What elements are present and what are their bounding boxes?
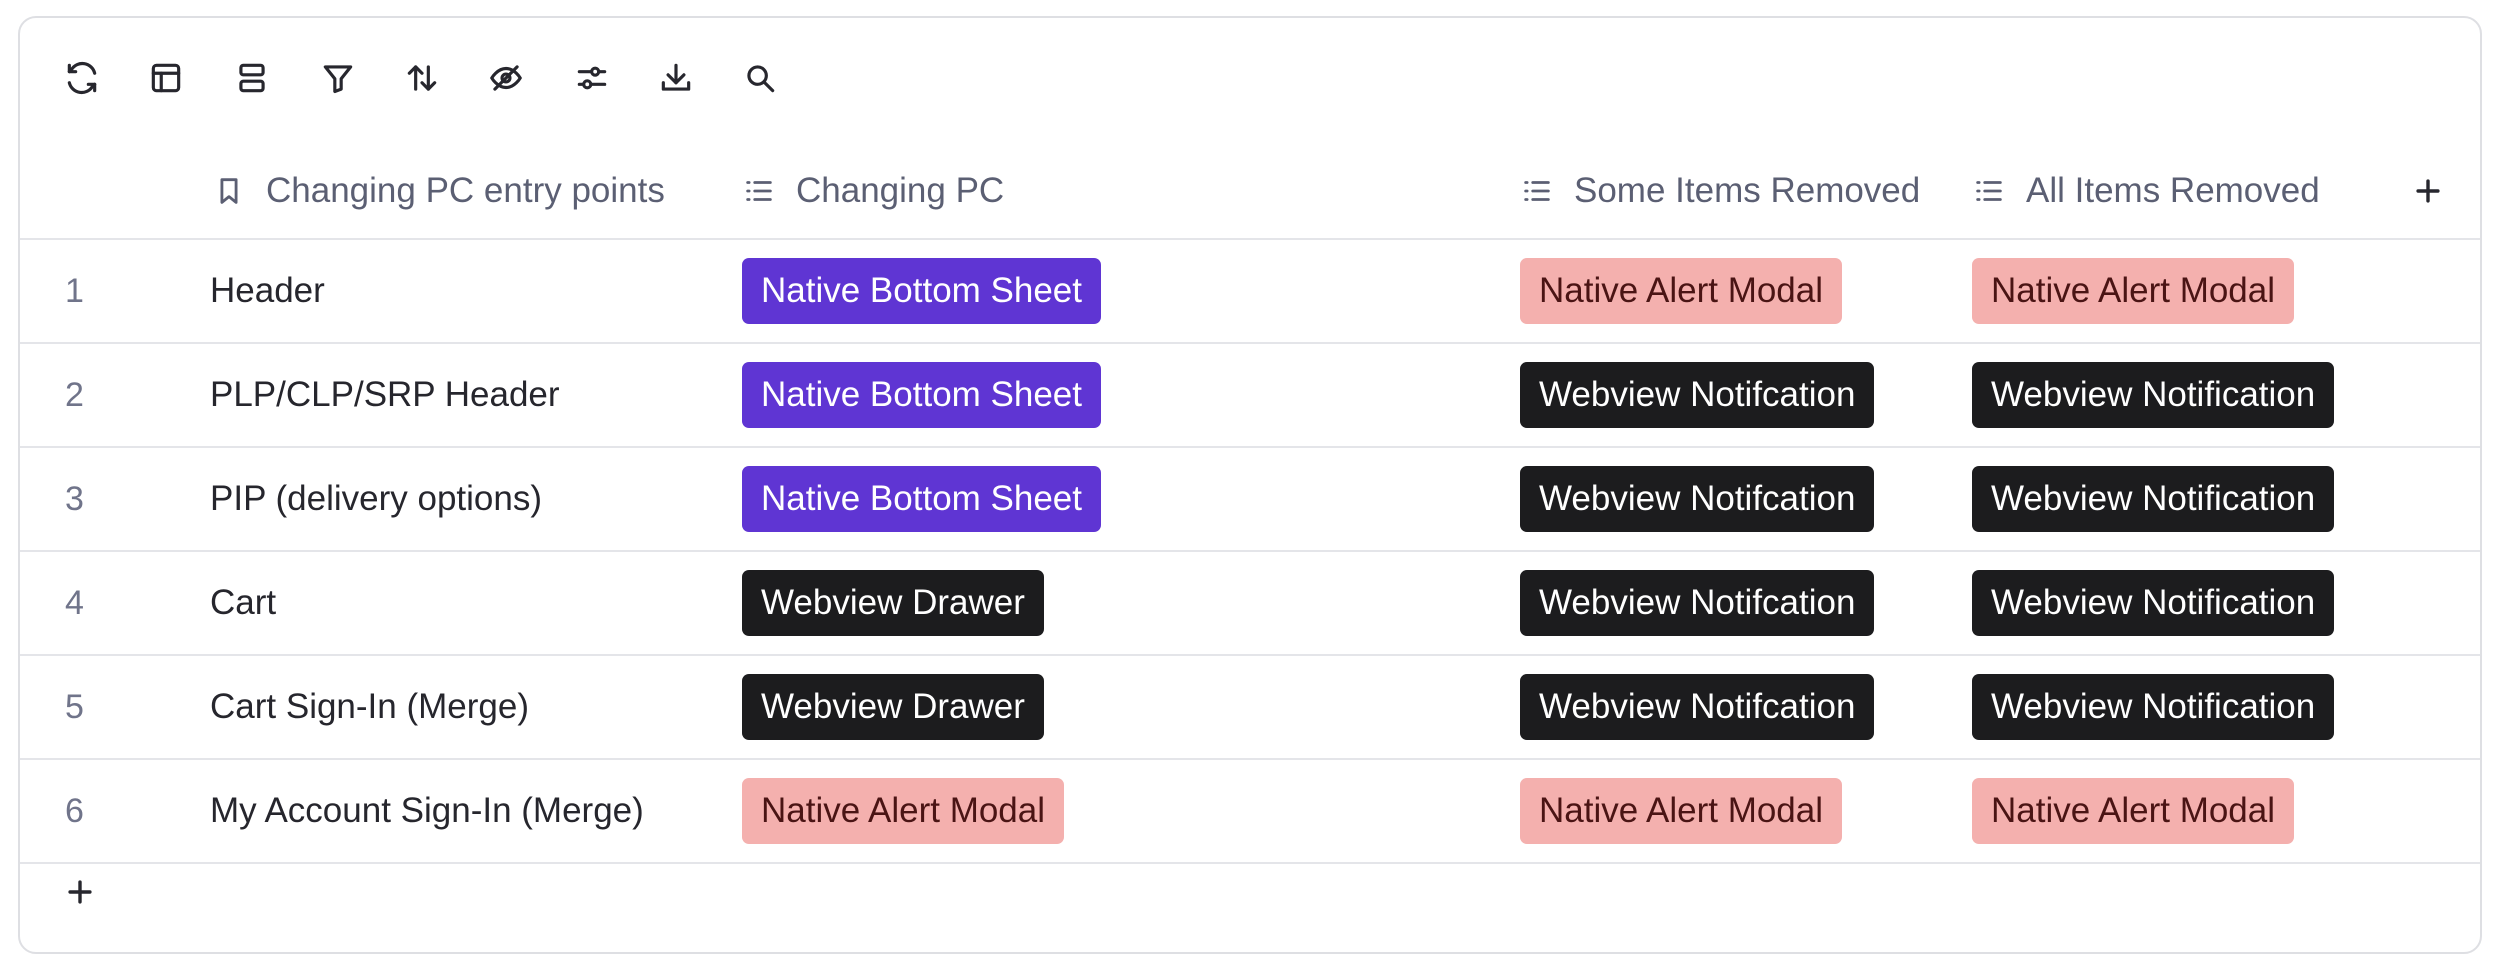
hide-icon[interactable] bbox=[480, 52, 532, 104]
option-tag[interactable]: Webview Notification bbox=[1972, 570, 2335, 636]
all-items-removed-cell[interactable]: Webview Notification bbox=[1972, 656, 2335, 758]
all-items-removed-cell[interactable]: Webview Notification bbox=[1972, 344, 2335, 446]
option-tag[interactable]: Webview Notifcation bbox=[1520, 466, 1875, 532]
row-number: 1 bbox=[65, 271, 84, 310]
column-header-changing-pc[interactable]: Changing PC bbox=[742, 143, 1004, 238]
changing-pc-cell[interactable]: Native Bottom Sheet bbox=[742, 448, 1101, 550]
list-icon bbox=[742, 173, 778, 209]
option-tag[interactable]: Webview Notification bbox=[1972, 674, 2335, 740]
column-header-label: Changing PC bbox=[796, 170, 1005, 210]
refresh-icon[interactable] bbox=[56, 52, 108, 104]
option-tag[interactable]: Native Alert Modal bbox=[742, 778, 1065, 844]
column-header-label: Some Items Removed bbox=[1574, 170, 1921, 210]
option-tag[interactable]: Webview Notification bbox=[1972, 362, 2335, 428]
row-number: 2 bbox=[65, 375, 84, 414]
column-header-some-items-removed[interactable]: Some Items Removed bbox=[1520, 143, 1920, 238]
column-header-row: Changing PC entry points Changing PC Som… bbox=[20, 143, 2480, 240]
table-row[interactable]: 6 My Account Sign-In (Merge) Native Alert … bbox=[20, 760, 2480, 864]
all-items-removed-cell[interactable]: Native Alert Modal bbox=[1972, 240, 2295, 342]
option-tag[interactable]: Webview Drawer bbox=[742, 674, 1044, 740]
option-tag[interactable]: Native Bottom Sheet bbox=[742, 466, 1101, 532]
list-icon bbox=[1972, 173, 2008, 209]
table-view: Changing PC entry points Changing PC Som… bbox=[18, 16, 2482, 954]
plus-icon bbox=[68, 880, 92, 904]
list-icon bbox=[1520, 173, 1556, 209]
entry-point-cell[interactable]: Header bbox=[210, 240, 325, 342]
entry-point-cell[interactable]: Cart Sign-In (Merge) bbox=[210, 656, 529, 758]
group-icon[interactable] bbox=[226, 52, 278, 104]
table-row[interactable]: 4 Cart Webview Drawer Webview Notifcation We… bbox=[20, 552, 2480, 656]
all-items-removed-cell[interactable]: Webview Notification bbox=[1972, 552, 2335, 654]
changing-pc-cell[interactable]: Native Bottom Sheet bbox=[742, 344, 1101, 446]
option-tag[interactable]: Webview Notifcation bbox=[1520, 674, 1875, 740]
column-header-label: All Items Removed bbox=[2026, 170, 2320, 210]
download-icon[interactable] bbox=[650, 52, 702, 104]
entry-point-cell[interactable]: PIP (delivery options) bbox=[210, 448, 542, 550]
option-tag[interactable]: Native Alert Modal bbox=[1972, 778, 2295, 844]
option-tag[interactable]: Webview Notification bbox=[1972, 466, 2335, 532]
option-tag[interactable]: Native Bottom Sheet bbox=[742, 362, 1101, 428]
row-number: 5 bbox=[65, 687, 84, 726]
some-items-removed-cell[interactable]: Webview Notifcation bbox=[1520, 448, 1875, 550]
table-row[interactable]: 3 PIP (delivery options) Native Bottom She… bbox=[20, 448, 2480, 552]
option-tag[interactable]: Webview Notifcation bbox=[1520, 362, 1875, 428]
option-tag[interactable]: Native Alert Modal bbox=[1520, 258, 1843, 324]
some-items-removed-cell[interactable]: Webview Notifcation bbox=[1520, 552, 1875, 654]
option-tag[interactable]: Native Alert Modal bbox=[1520, 778, 1843, 844]
row-number: 3 bbox=[65, 479, 84, 518]
table-row[interactable]: 1 Header Native Bottom Sheet Native Alert M… bbox=[20, 240, 2480, 344]
add-column-button[interactable] bbox=[2400, 163, 2456, 219]
some-items-removed-cell[interactable]: Native Alert Modal bbox=[1520, 760, 1843, 862]
layout-icon[interactable] bbox=[140, 52, 192, 104]
table-body: 1 Header Native Bottom Sheet Native Alert M… bbox=[20, 240, 2480, 864]
row-number: 4 bbox=[65, 583, 84, 622]
option-tag[interactable]: Native Alert Modal bbox=[1972, 258, 2295, 324]
settings-sliders-icon[interactable] bbox=[566, 52, 618, 104]
all-items-removed-cell[interactable]: Webview Notification bbox=[1972, 448, 2335, 550]
option-tag[interactable]: Webview Drawer bbox=[742, 570, 1044, 636]
changing-pc-cell[interactable]: Webview Drawer bbox=[742, 552, 1044, 654]
changing-pc-cell[interactable]: Native Bottom Sheet bbox=[742, 240, 1101, 342]
search-icon[interactable] bbox=[734, 52, 786, 104]
entry-point-cell[interactable]: Cart bbox=[210, 552, 276, 654]
changing-pc-cell[interactable]: Native Alert Modal bbox=[742, 760, 1065, 862]
filter-icon[interactable] bbox=[312, 52, 364, 104]
sort-icon[interactable] bbox=[396, 52, 448, 104]
table-row[interactable]: 5 Cart Sign-In (Merge) Webview Drawer Webvi… bbox=[20, 656, 2480, 760]
some-items-removed-cell[interactable]: Webview Notifcation bbox=[1520, 656, 1875, 758]
some-items-removed-cell[interactable]: Webview Notifcation bbox=[1520, 344, 1875, 446]
bookmark-icon bbox=[212, 173, 248, 209]
plus-icon bbox=[2416, 179, 2440, 203]
option-tag[interactable]: Webview Notifcation bbox=[1520, 570, 1875, 636]
some-items-removed-cell[interactable]: Native Alert Modal bbox=[1520, 240, 1843, 342]
toolbar bbox=[20, 18, 2480, 136]
entry-point-cell[interactable]: My Account Sign-In (Merge) bbox=[210, 760, 644, 862]
table-row[interactable]: 2 PLP/CLP/SRP Header Native Bottom Sheet We… bbox=[20, 344, 2480, 448]
column-header-label: Changing PC entry points bbox=[266, 170, 665, 210]
all-items-removed-cell[interactable]: Native Alert Modal bbox=[1972, 760, 2295, 862]
option-tag[interactable]: Native Bottom Sheet bbox=[742, 258, 1101, 324]
column-header-entry-points[interactable]: Changing PC entry points bbox=[212, 143, 665, 238]
changing-pc-cell[interactable]: Webview Drawer bbox=[742, 656, 1044, 758]
add-row-button[interactable] bbox=[52, 864, 108, 920]
entry-point-cell[interactable]: PLP/CLP/SRP Header bbox=[210, 344, 560, 446]
row-number: 6 bbox=[65, 791, 84, 830]
column-header-all-items-removed[interactable]: All Items Removed bbox=[1972, 143, 2320, 238]
